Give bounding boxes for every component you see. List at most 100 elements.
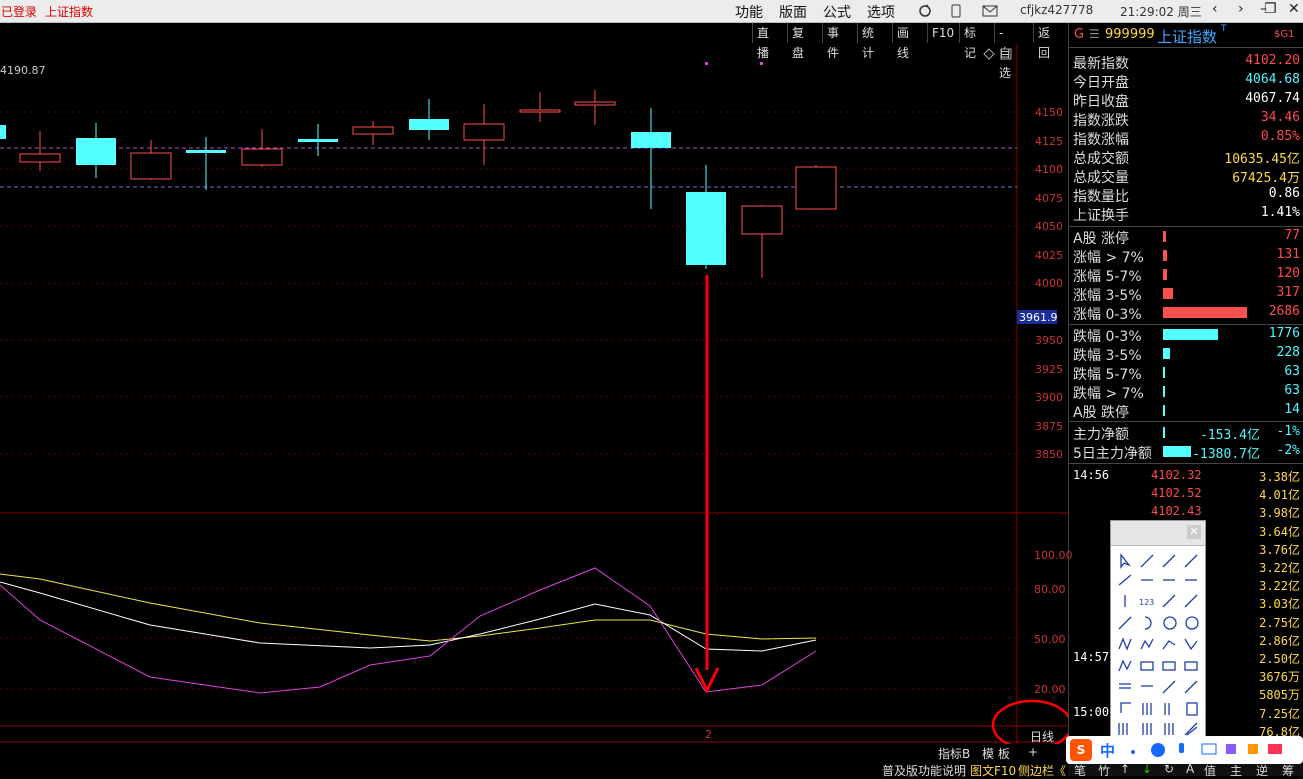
up-row: 涨幅 5-7% 120 <box>1073 266 1300 285</box>
mail-icon[interactable] <box>982 4 998 18</box>
flow-block: 主力净额 -153.4亿 -1% 5日主力净额 -1380.7亿 -2% <box>1069 421 1303 462</box>
drawing-tool-palette[interactable]: ✕ 123 <box>1110 520 1206 740</box>
tick-amount: 2.86亿 <box>1259 633 1300 648</box>
up-row: 涨幅 3-5% 317 <box>1073 285 1300 304</box>
menu-function[interactable]: 功能 <box>735 2 763 22</box>
group-marker: G <box>1074 27 1085 42</box>
down-row: A股 跌停 14 <box>1073 402 1300 421</box>
tool-chips[interactable]: 筹 <box>1282 762 1294 779</box>
down-row: 跌幅 5-7% 63 <box>1073 364 1300 383</box>
current-price-value: 3961.9 <box>1019 311 1058 324</box>
sidebar-toggle[interactable]: 侧边栏《 <box>1018 762 1066 779</box>
tool-pen[interactable]: 笔 <box>1074 762 1086 779</box>
annotation-arrow <box>694 275 720 694</box>
stat-row: 昨日收盘 4067.74 <box>1073 91 1300 110</box>
user-id[interactable]: cfjkz427778 <box>1020 3 1093 17</box>
index-code: 999999 <box>1105 27 1155 42</box>
index-name: 上证指数 <box>1157 28 1218 46</box>
candles <box>0 90 837 278</box>
svg-text:123: 123 <box>1139 598 1154 607</box>
tick-amount: 3.22亿 <box>1259 561 1300 575</box>
ime-tool-icons[interactable] <box>1128 742 1293 758</box>
price-label: 4075 <box>1035 192 1063 205</box>
tool-bamboo[interactable]: 竹 <box>1098 762 1110 779</box>
tool-down-arrow-icon[interactable]: ↓ <box>1142 762 1152 776</box>
restore-icon[interactable]: ❐ <box>1264 1 1277 17</box>
candle-4 <box>186 137 226 190</box>
tick-amount: 3.64亿 <box>1259 524 1300 539</box>
back-nav-icon[interactable]: ‹ <box>1212 1 1218 17</box>
tb-f10[interactable]: F10 <box>927 23 958 43</box>
stat-row: 指数量比 0.86 <box>1073 186 1300 205</box>
draw-tools-grid[interactable]: 123 <box>1115 551 1201 737</box>
candle-8 <box>409 99 449 140</box>
tb-watchlist[interactable]: -自选 <box>994 23 1015 80</box>
menu-options[interactable]: 选项 <box>867 2 895 22</box>
down-row: 跌幅 > 7% 63 <box>1073 383 1300 402</box>
stat-row: 总成交量 67425.4万 <box>1073 170 1300 186</box>
tick-price: 4102.52 <box>1151 486 1202 501</box>
f10-link[interactable]: 图文F10 <box>970 762 1016 779</box>
tick-amount: 3.98亿 <box>1259 506 1300 521</box>
tb-replay[interactable]: 复盘 <box>787 23 808 60</box>
tick-amount: 3676万 <box>1259 670 1300 685</box>
window-title: 上证指数 <box>45 5 94 19</box>
candle-15 <box>795 165 837 210</box>
close-icon[interactable]: ✕ <box>1187 525 1201 539</box>
stat-row: 上证换手 1.41% <box>1073 205 1300 224</box>
price-label: 4025 <box>1035 249 1063 262</box>
period-daily[interactable]: 日线 <box>1030 728 1054 745</box>
quote-header: G ☰ 999999 上证指数 T $G1 <box>1069 23 1303 48</box>
tool-text[interactable]: A <box>1186 762 1194 776</box>
refresh-icon[interactable] <box>918 4 932 18</box>
help-link[interactable]: 普及版功能说明 <box>882 762 966 779</box>
ime-mode[interactable]: 中 <box>1100 740 1115 761</box>
bottom-bar: 指标B 模 板 + 普及版功能说明 图文F10 侧边栏《 <box>0 744 1068 779</box>
tb-stats[interactable]: 统计 <box>857 23 878 60</box>
kline-chart[interactable]: 4190.87 4150 4125 4100 4075 4050 4025 40… <box>0 44 1073 745</box>
tb-draw[interactable]: 画线 <box>892 23 913 60</box>
menu-layout[interactable]: 版面 <box>779 2 807 22</box>
candle-11 <box>574 90 616 125</box>
up-row: A股 涨停 77 <box>1073 228 1300 247</box>
chart-canvas <box>0 44 1068 744</box>
tab-indicator[interactable]: 指标B <box>938 745 970 762</box>
up-row: 涨幅 0-3% 2686 <box>1073 304 1300 323</box>
tab-add[interactable]: + <box>1028 745 1038 759</box>
tb-back[interactable]: 返回 <box>1033 23 1054 60</box>
ups-block: A股 涨停 77 涨幅 > 7% 131 涨幅 5-7% 120 涨幅 3-5% 317… <box>1069 226 1303 323</box>
candle-7 <box>352 121 394 145</box>
stat-row: 今日开盘 4064.68 <box>1073 72 1300 91</box>
tool-up-arrow-icon[interactable]: ↑ <box>1120 762 1130 776</box>
down-row: 跌幅 0-3% 1776 <box>1073 326 1300 345</box>
phone-icon[interactable] <box>950 4 962 18</box>
stat-row: 指数涨跌 34.46 <box>1073 110 1300 129</box>
forward-nav-icon[interactable]: › <box>1238 1 1244 17</box>
menu-formula[interactable]: 公式 <box>823 2 851 22</box>
up-row: 涨幅 > 7% 131 <box>1073 247 1300 266</box>
menu-icon[interactable]: ☰ <box>1089 27 1100 41</box>
ime-logo-icon[interactable]: S <box>1070 739 1092 761</box>
close-icon[interactable]: ✕ <box>1288 1 1300 17</box>
tool-main[interactable]: 主 <box>1230 762 1242 779</box>
tool-value[interactable]: 值 <box>1204 762 1216 779</box>
tb-mark[interactable]: 标记 <box>959 23 980 60</box>
tick-amount: 3.38亿 <box>1259 470 1300 484</box>
title-bar: 已登录 上证指数 功能 版面 公式 选项 cfjkz427778 21:29:0… <box>0 0 1303 23</box>
candle-14 <box>741 205 783 278</box>
tb-events[interactable]: 事件 <box>822 23 843 60</box>
price-label: 3850 <box>1035 448 1063 461</box>
tick-amount: 2.75亿 <box>1259 615 1300 630</box>
tool-reverse[interactable]: 逆 <box>1256 762 1268 779</box>
candle-2 <box>76 123 116 178</box>
tick-row: 4102.52 4.01亿 <box>1069 486 1303 504</box>
candle-13 <box>686 165 726 269</box>
ime-toolbar[interactable]: S 中 <box>1066 736 1303 764</box>
tb-live[interactable]: 直播 <box>752 23 773 60</box>
tab-template[interactable]: 模 板 <box>982 745 1010 762</box>
price-label: 3950 <box>1035 334 1063 347</box>
tick-amount: 2.50亿 <box>1259 652 1300 666</box>
tool-refresh-icon[interactable]: ↻ <box>1164 762 1174 776</box>
tick-time: 14:56 <box>1073 468 1110 482</box>
osc-label: 20.00 <box>1034 683 1066 696</box>
